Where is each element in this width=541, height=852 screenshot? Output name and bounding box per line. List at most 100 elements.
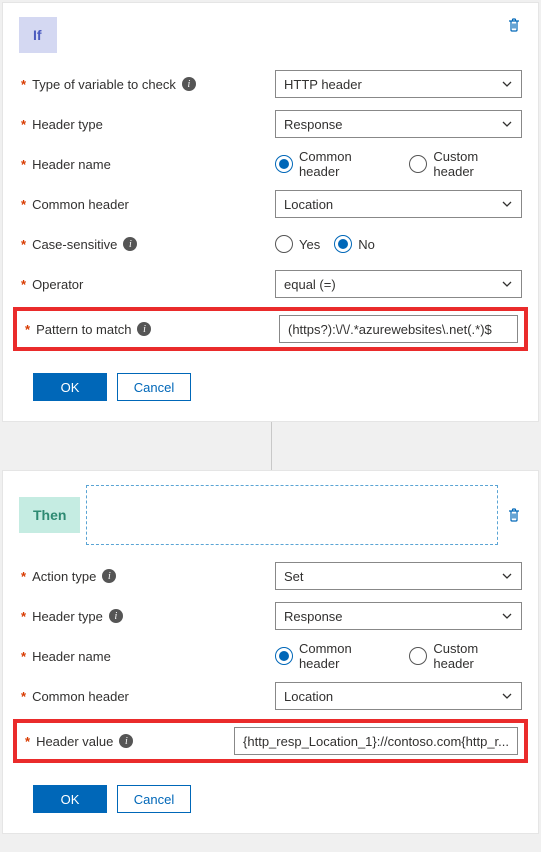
radio-label: Custom header — [433, 641, 522, 671]
select-common-header-then[interactable]: Location — [275, 682, 522, 710]
row-case-sensitive: * Case-sensitive i Yes No — [19, 227, 522, 261]
required-marker: * — [21, 197, 26, 212]
select-operator[interactable]: equal (=) — [275, 270, 522, 298]
trash-icon — [506, 17, 522, 33]
required-marker: * — [21, 277, 26, 292]
required-marker: * — [21, 237, 26, 252]
then-buttons: OK Cancel — [19, 785, 522, 813]
then-tag: Then — [19, 497, 80, 533]
select-value: Location — [284, 197, 333, 212]
chevron-down-icon — [501, 278, 513, 290]
select-value: Set — [284, 569, 304, 584]
label-type-of-variable: Type of variable to check — [32, 77, 176, 92]
chevron-down-icon — [501, 118, 513, 130]
row-header-type-if: * Header type Response — [19, 107, 522, 141]
row-header-type-then: * Header type i Response — [19, 599, 522, 633]
connector-line — [2, 428, 539, 468]
radio-circle-icon — [334, 235, 352, 253]
required-marker: * — [25, 734, 30, 749]
required-marker: * — [21, 649, 26, 664]
row-header-name-then: * Header name Common header Custom heade… — [19, 639, 522, 673]
radio-yes[interactable]: Yes — [275, 235, 320, 253]
radio-custom-header-then[interactable]: Custom header — [409, 641, 522, 671]
select-header-type-if[interactable]: Response — [275, 110, 522, 138]
label-header-type: Header type — [32, 117, 103, 132]
required-marker: * — [21, 157, 26, 172]
delete-then-button[interactable] — [506, 507, 522, 523]
delete-if-button[interactable] — [506, 17, 522, 33]
row-common-header-if: * Common header Location — [19, 187, 522, 221]
select-value: Response — [284, 117, 343, 132]
chevron-down-icon — [501, 690, 513, 702]
radio-circle-icon — [275, 155, 293, 173]
input-pattern-to-match[interactable]: (https?):\/\/.*azurewebsites\.net(.*)$ — [279, 315, 518, 343]
select-common-header-if[interactable]: Location — [275, 190, 522, 218]
label-operator: Operator — [32, 277, 83, 292]
required-marker: * — [21, 569, 26, 584]
row-header-value: * Header value i {http_resp_Location_1}:… — [13, 719, 528, 763]
info-icon[interactable]: i — [123, 237, 137, 251]
radio-label: Common header — [299, 641, 396, 671]
info-icon[interactable]: i — [119, 734, 133, 748]
required-marker: * — [25, 322, 30, 337]
row-header-name-if: * Header name Common header Custom heade… — [19, 147, 522, 181]
row-operator: * Operator equal (=) — [19, 267, 522, 301]
then-header: Then — [19, 485, 522, 545]
chevron-down-icon — [501, 570, 513, 582]
ok-button-if[interactable]: OK — [33, 373, 107, 401]
radio-circle-icon — [409, 155, 427, 173]
select-action-type[interactable]: Set — [275, 562, 522, 590]
radio-label: Custom header — [433, 149, 522, 179]
select-value: equal (=) — [284, 277, 336, 292]
info-icon[interactable]: i — [137, 322, 151, 336]
info-icon[interactable]: i — [102, 569, 116, 583]
select-value: HTTP header — [284, 77, 362, 92]
row-pattern-to-match: * Pattern to match i (https?):\/\/.*azur… — [13, 307, 528, 351]
label-action-type: Action type — [32, 569, 96, 584]
label-pattern: Pattern to match — [36, 322, 131, 337]
trash-icon — [506, 507, 522, 523]
radio-no[interactable]: No — [334, 235, 375, 253]
required-marker: * — [21, 689, 26, 704]
if-header: If — [19, 17, 522, 53]
row-common-header-then: * Common header Location — [19, 679, 522, 713]
radio-label: No — [358, 237, 375, 252]
label-header-name: Header name — [32, 649, 111, 664]
input-value: (https?):\/\/.*azurewebsites\.net(.*)$ — [288, 322, 492, 337]
ok-button-then[interactable]: OK — [33, 785, 107, 813]
select-type-of-variable[interactable]: HTTP header — [275, 70, 522, 98]
select-header-type-then[interactable]: Response — [275, 602, 522, 630]
chevron-down-icon — [501, 610, 513, 622]
label-header-type: Header type — [32, 609, 103, 624]
label-header-name: Header name — [32, 157, 111, 172]
cancel-button-if[interactable]: Cancel — [117, 373, 191, 401]
radio-circle-icon — [275, 235, 293, 253]
radio-label: Yes — [299, 237, 320, 252]
info-icon[interactable]: i — [109, 609, 123, 623]
radio-label: Common header — [299, 149, 396, 179]
row-type-of-variable: * Type of variable to check i HTTP heade… — [19, 67, 522, 101]
chevron-down-icon — [501, 198, 513, 210]
cancel-button-then[interactable]: Cancel — [117, 785, 191, 813]
label-common-header: Common header — [32, 197, 129, 212]
radio-circle-icon — [275, 647, 293, 665]
radio-custom-header-if[interactable]: Custom header — [409, 149, 522, 179]
if-tag: If — [19, 17, 57, 53]
then-card: Then * Action type i Set * Header type i — [2, 470, 539, 834]
required-marker: * — [21, 117, 26, 132]
required-marker: * — [21, 609, 26, 624]
label-common-header: Common header — [32, 689, 129, 704]
input-value: {http_resp_Location_1}://contoso.com{htt… — [243, 734, 509, 749]
select-value: Response — [284, 609, 343, 624]
radio-common-header-if[interactable]: Common header — [275, 149, 395, 179]
then-dropzone[interactable] — [86, 485, 498, 545]
input-header-value[interactable]: {http_resp_Location_1}://contoso.com{htt… — [234, 727, 518, 755]
info-icon[interactable]: i — [182, 77, 196, 91]
if-buttons: OK Cancel — [19, 373, 522, 401]
select-value: Location — [284, 689, 333, 704]
label-case-sensitive: Case-sensitive — [32, 237, 117, 252]
label-header-value: Header value — [36, 734, 113, 749]
chevron-down-icon — [501, 78, 513, 90]
radio-common-header-then[interactable]: Common header — [275, 641, 395, 671]
required-marker: * — [21, 77, 26, 92]
